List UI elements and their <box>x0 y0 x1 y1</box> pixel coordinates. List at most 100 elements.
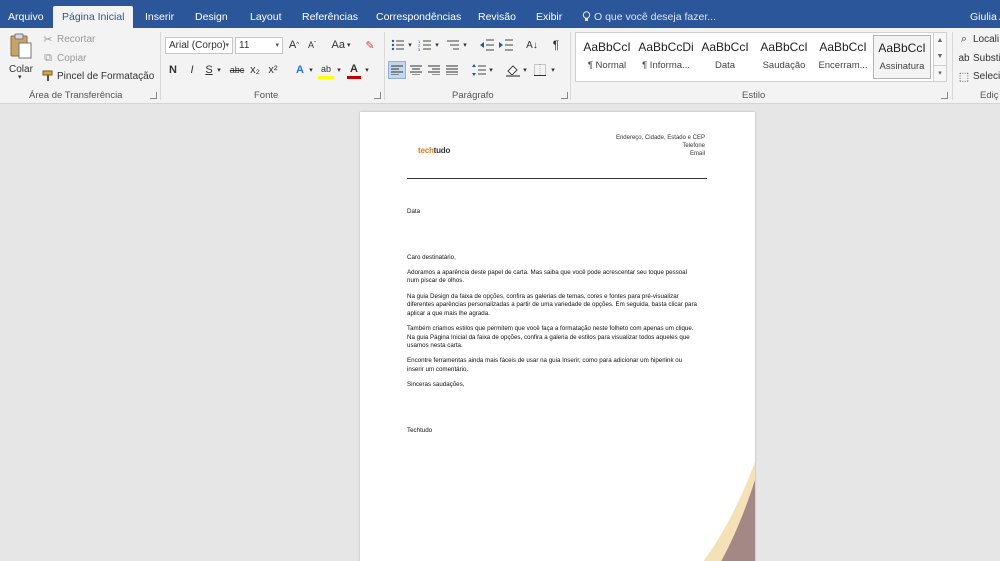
subscript-button[interactable]: x₂ <box>248 62 262 78</box>
style-sample: AaBbCcI <box>701 40 749 54</box>
chevron-down-icon[interactable]: ▾ <box>433 37 441 53</box>
show-formatting-marks-button[interactable]: ¶ <box>550 37 562 53</box>
align-left-icon <box>391 65 403 75</box>
more-styles-icon[interactable]: ▾ <box>934 65 946 81</box>
tab-revisao[interactable]: Revisão <box>478 6 516 28</box>
tab-arquivo[interactable]: Arquivo <box>8 6 44 28</box>
align-left-button[interactable] <box>388 61 406 79</box>
clear-formatting-icon[interactable]: ✎ <box>363 37 377 53</box>
numbering-icon[interactable]: 123 <box>418 39 432 51</box>
chevron-down-icon[interactable]: ▾ <box>406 37 414 53</box>
tell-me-box[interactable]: O que você deseja fazer... <box>582 6 716 28</box>
styles-dialog-launcher[interactable] <box>941 92 948 99</box>
chevron-down-icon[interactable]: ▾ <box>307 62 315 78</box>
shrink-font-button[interactable]: Aˇ <box>305 37 319 53</box>
bold-button[interactable]: N <box>167 62 179 78</box>
style-data[interactable]: AaBbCcI Data <box>696 35 754 79</box>
chevron-down-icon[interactable]: ▾ <box>461 37 469 53</box>
chevron-down-icon[interactable]: ▾ <box>521 62 529 78</box>
replace-button[interactable]: Substi <box>973 53 1000 64</box>
tab-layout[interactable]: Layout <box>250 6 282 28</box>
body-paragraph: Na guia Design da faixa de opções, confi… <box>407 292 697 317</box>
closing: Sinceras saudações, <box>407 381 465 389</box>
clipboard-dialog-launcher[interactable] <box>150 92 157 99</box>
paste-button[interactable]: Colar ▾ <box>6 32 36 81</box>
font-size-combo[interactable]: 11 ▾ <box>235 37 283 54</box>
body-paragraph: Encontre ferramentas ainda mais fáceis d… <box>407 357 683 373</box>
text-effects-button[interactable]: A <box>293 62 307 78</box>
grow-font-button[interactable]: A ^ <box>287 37 301 53</box>
chevron-down-icon[interactable]: ▾ <box>363 62 371 78</box>
style-sample: AaBbCcDi <box>638 40 694 54</box>
chevron-down-icon[interactable]: ▼ <box>934 49 946 65</box>
style-assinatura[interactable]: AaBbCcI Assinatura <box>873 35 931 79</box>
align-center-icon[interactable] <box>410 65 422 75</box>
select-button[interactable]: Seleci <box>973 71 1000 82</box>
scissors-icon: ✂ <box>43 33 53 46</box>
highlight-button[interactable]: ab <box>318 61 334 79</box>
tab-correspondencias[interactable]: Correspondências <box>376 6 461 28</box>
format-painter-button[interactable]: Pincel de Formatação <box>57 71 154 82</box>
style-sample: AaBbCcI <box>819 40 867 54</box>
font-dialog-launcher[interactable] <box>374 92 381 99</box>
copy-icon: ⧉ <box>44 51 52 64</box>
body-paragraph: Também criamos estilos que permitem que … <box>407 324 694 350</box>
chevron-down-icon[interactable]: ▾ <box>487 62 495 78</box>
styles-gallery-scroll[interactable]: ▲ ▼ ▾ <box>933 33 946 81</box>
increase-indent-icon[interactable] <box>499 39 513 51</box>
group-divider <box>570 32 571 100</box>
cut-button[interactable]: Recortar <box>57 34 95 45</box>
sort-icon[interactable]: A↓ <box>525 37 539 53</box>
tab-exibir[interactable]: Exibir <box>536 6 562 28</box>
address-line: Endereço, Cidade, Estado e CEP <box>615 135 705 141</box>
font-name-value: Arial (Corpo) <box>169 40 226 51</box>
tell-me-text: O que você deseja fazer... <box>594 11 716 23</box>
lightbulb-icon <box>582 11 591 21</box>
style-encerramento[interactable]: AaBbCcI Encerram... <box>814 35 872 79</box>
paste-icon <box>10 33 32 59</box>
style-name: Assinatura <box>879 61 925 72</box>
paragraph-dialog-launcher[interactable] <box>561 92 568 99</box>
group-divider <box>384 32 385 100</box>
strikethrough-button[interactable]: abc <box>228 62 246 78</box>
borders-icon[interactable] <box>534 64 546 76</box>
group-divider <box>160 32 161 100</box>
font-color-button[interactable]: A <box>347 61 361 79</box>
copy-button[interactable]: Copiar <box>57 53 86 64</box>
tab-pagina-inicial[interactable]: Página Inicial <box>53 6 134 28</box>
styles-gallery: AaBbCcI ¶ Normal AaBbCcDi ¶ Informa... A… <box>575 32 947 82</box>
chevron-down-icon[interactable]: ▾ <box>215 62 223 78</box>
find-button[interactable]: Locali <box>973 34 999 45</box>
header-rule <box>407 178 707 179</box>
tab-inserir[interactable]: Inserir <box>145 6 174 28</box>
tab-design[interactable]: Design <box>195 6 228 28</box>
justify-icon[interactable] <box>446 65 458 75</box>
italic-button[interactable]: I <box>186 62 198 78</box>
tab-referencias[interactable]: Referências <box>302 6 358 28</box>
style-saudacao[interactable]: AaBbCcI Saudação <box>755 35 813 79</box>
chevron-up-icon[interactable]: ▲ <box>934 33 946 49</box>
email-line: Email <box>689 151 705 157</box>
chevron-down-icon[interactable]: ▾ <box>335 62 343 78</box>
superscript-button[interactable]: x² <box>266 62 280 78</box>
underline-button[interactable]: S <box>203 62 215 78</box>
line-spacing-icon[interactable] <box>472 64 486 76</box>
letter-body[interactable]: Data Caro destinatário, Adoramos a aparê… <box>407 208 699 442</box>
change-case-button[interactable]: Aa ▾ <box>330 37 352 53</box>
paragraph-group-label: Parágrafo <box>452 90 494 101</box>
style-normal[interactable]: AaBbCcI ¶ Normal <box>578 35 636 79</box>
multilevel-list-icon[interactable] <box>446 39 460 51</box>
style-name: Encerram... <box>818 60 868 71</box>
style-informacoes[interactable]: AaBbCcDi ¶ Informa... <box>637 35 695 79</box>
chevron-down-icon[interactable]: ▾ <box>549 62 557 78</box>
align-right-icon[interactable] <box>428 65 440 75</box>
user-name[interactable]: Giulia A <box>970 6 1000 28</box>
decrease-indent-icon[interactable] <box>480 39 494 51</box>
bullets-icon[interactable] <box>391 39 405 51</box>
shading-icon[interactable] <box>506 63 520 77</box>
document-page[interactable]: techtudo Endereço, Cidade, Estado e CEP … <box>360 112 755 561</box>
font-name-combo[interactable]: Arial (Corpo) ▾ <box>165 37 233 54</box>
style-sample: AaBbCcI <box>878 41 926 55</box>
